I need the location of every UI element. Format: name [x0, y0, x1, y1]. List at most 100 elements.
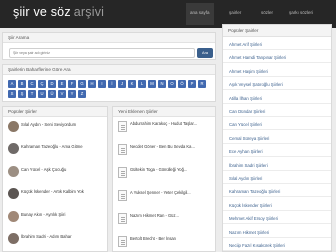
sidebar-item-poet[interactable]: Ahmet Haşim Şiirleri — [223, 65, 331, 77]
sidebar-item-poet[interactable]: Cemal Süreya Şiirleri — [223, 132, 331, 144]
sidebar-item-label: Ahmet Arif Şiirleri — [229, 42, 262, 47]
sidebar-item-label: Aşık Veysel Şatıroğlu Şiirleri — [229, 82, 283, 88]
document-icon — [118, 121, 127, 132]
alphabet-letter-button[interactable]: N — [158, 80, 166, 88]
search-panel-header — [3, 33, 215, 43]
avatar — [8, 143, 19, 154]
sidebar-item-poet[interactable]: Aşık Veysel Şatıroğlu Şiirleri — [223, 78, 331, 91]
sidebar-item-poet[interactable]: Kahraman Tazeoğlu Şiirleri — [223, 185, 331, 198]
sidebar-item-label: Nazım Hikmet Şiirleri — [229, 229, 270, 235]
alphabet-letter-button[interactable]: Z — [78, 90, 86, 98]
alphabet-letter-button[interactable]: İ — [108, 80, 116, 88]
avatar — [8, 188, 19, 199]
list-item[interactable]: Sılal Aydın - Seni Seviyordum — [8, 120, 104, 134]
search-input[interactable] — [9, 48, 195, 58]
list-item[interactable]: İbrahim Sadri - Adım Bahar — [8, 232, 104, 246]
list-item[interactable]: Nazım Hikmet Ran - Güz... — [118, 212, 216, 228]
sidebar-item-label: İbrahim Sadri Şiirleri — [229, 162, 268, 168]
sidebar-item-label: Ece Ayhan Şiirleri — [229, 149, 263, 155]
alphabet-letter-button[interactable]: H — [88, 80, 96, 88]
site-logo[interactable]: şiir ve söz arşivi — [13, 5, 104, 19]
alphabet-letter-button[interactable]: C — [28, 80, 36, 88]
sidebar-item-label: Cemal Süreya Şiirleri — [229, 135, 270, 141]
list-item[interactable]: Abdurrahim Karakoç - Hudut Taşlar... — [118, 120, 216, 136]
alphabet-letter-button[interactable]: G — [78, 80, 86, 88]
alphabet-letter-button[interactable]: S — [8, 90, 16, 98]
document-icon — [118, 167, 127, 178]
popular-poems-panel: Popüler Şiirler Sılal Aydın - Seni Seviy… — [2, 106, 108, 252]
alphabet-letter-button[interactable]: Ö — [178, 80, 186, 88]
popular-poets-title: Popüler Şairler — [228, 28, 259, 33]
sidebar-item-poet[interactable]: Nazım Hikmet Şiirleri — [223, 226, 331, 238]
alphabet-letter-button[interactable]: I — [98, 80, 106, 88]
sidebar-item-poet[interactable]: Can Yücel Şiirleri — [223, 118, 331, 131]
sidebar-item-poet[interactable]: Küçük İskender Şiirleri — [223, 199, 331, 211]
sidebar-item-label: Neciip Fazıl Kısakürek Şiirleri — [229, 243, 285, 248]
sidebar-item-poet[interactable]: Ahmet Hamdi Tanpınar Şiirleri — [223, 51, 331, 64]
popular-poets-sidebar: Popüler Şairler Ahmet Arif Şiirleri Ahmet… — [222, 24, 332, 252]
nav-quotes-link[interactable]: sözler — [261, 10, 273, 15]
alphabet-letter-button[interactable]: P — [188, 80, 196, 88]
sidebar-item-label: Ahmet Haşim Şiirleri — [229, 68, 268, 74]
document-icon — [118, 190, 127, 201]
alphabet-letter-button[interactable]: R — [198, 80, 206, 88]
sidebar-item-poet[interactable]: Mehmet Akif Ersoy Şiirleri — [223, 212, 331, 225]
alphabet-letter-button[interactable]: L — [138, 80, 146, 88]
list-item[interactable]: Küçük İskender - Artık Kalbim Yok — [8, 187, 104, 201]
sidebar-item-label: Küçük İskender Şiirleri — [229, 202, 272, 208]
sidebar-item-poet[interactable]: Ece Ayhan Şiirleri — [223, 145, 331, 158]
sidebar-item-poet[interactable]: Ahmet Arif Şiirleri — [223, 38, 331, 50]
list-item[interactable]: Can Yücel - Aşk Çocuğu — [8, 165, 104, 179]
sidebar-item-poet[interactable]: Sılal Aydın Şiirleri — [223, 172, 331, 184]
alphabet-letter-button[interactable]: O — [168, 80, 176, 88]
list-item[interactable]: Kahraman Tazeoğlu - Ama Gitme — [8, 142, 104, 156]
alphabet-panel-title: Şairlerin Baharflerine Göre Ara — [8, 67, 71, 72]
alphabet-letter-button[interactable]: K — [128, 80, 136, 88]
list-item[interactable]: A Yuksel Şenner - Yeter Çekilgil... — [118, 189, 216, 205]
alphabet-letter-button[interactable]: T — [28, 90, 36, 98]
alphabet-letter-button[interactable]: E — [58, 80, 66, 88]
alphabet-panel: Şairlerin Baharflerine Göre Ara ABCÇDEFG… — [2, 64, 216, 102]
nav-lyrics-link[interactable]: şarkı sözleri — [289, 10, 313, 15]
sidebar-item-label: Can Dündar Şiirleri — [229, 109, 266, 114]
document-icon — [118, 213, 127, 224]
search-panel-title: Şiir Arama — [8, 35, 30, 40]
alphabet-letter-button[interactable]: Y — [68, 90, 76, 98]
document-icon — [118, 144, 127, 155]
alphabet-letter-button[interactable]: J — [118, 80, 126, 88]
nav-poets-link[interactable]: şairler — [229, 10, 241, 15]
sidebar-item-label: Atilla İlhan Şiirleri — [229, 95, 262, 101]
list-item[interactable]: Necdet Göner - Ben Bu Sevda Ka... — [118, 143, 216, 159]
search-button[interactable]: Ara — [197, 48, 213, 58]
alphabet-letter-button[interactable]: Ş — [18, 90, 26, 98]
sidebar-item-label: Can Yücel Şiirleri — [229, 122, 262, 128]
alphabet-letter-button[interactable]: Ç — [38, 80, 46, 88]
sidebar-item-poet[interactable]: İbrahim Sadri Şiirleri — [223, 159, 331, 171]
sidebar-item-poet[interactable]: Can Dündar Şiirleri — [223, 105, 331, 117]
alphabet-letter-button[interactable]: U — [38, 90, 46, 98]
popular-poems-title: Popüler Şiirler — [8, 109, 37, 114]
sidebar-item-poet[interactable]: Atilla İlhan Şiirleri — [223, 92, 331, 104]
alphabet-letter-button[interactable]: D — [48, 80, 56, 88]
alphabet-letter-button[interactable]: A — [8, 80, 16, 88]
avatar — [8, 121, 19, 132]
avatar — [8, 233, 19, 244]
avatar — [8, 211, 19, 222]
sidebar-item-label: Ahmet Hamdi Tanpınar Şiirleri — [229, 55, 286, 61]
alphabet-letter-button[interactable]: V — [58, 90, 66, 98]
list-item[interactable]: Gültekin Toga - Gönülleği Yoğ... — [118, 166, 216, 182]
search-panel: Şiir Arama Ara — [2, 32, 216, 60]
avatar — [8, 166, 19, 177]
recent-poems-title: Yeni Eklenen Şiirler — [118, 109, 158, 114]
alphabet-letter-button[interactable]: F — [68, 80, 76, 88]
alphabet-letter-button[interactable]: B — [18, 80, 26, 88]
alphabet-letter-button[interactable]: Ü — [48, 90, 56, 98]
sidebar-item-poet[interactable]: Neciip Fazıl Kısakürek Şiirleri — [223, 239, 331, 251]
list-item[interactable]: Bunay Akın - Ayrılık Şiiri — [8, 210, 104, 224]
alphabet-letter-button[interactable]: M — [148, 80, 156, 88]
sidebar-item-label: Sılal Aydın Şiirleri — [229, 176, 263, 181]
list-item[interactable]: Bertolt Brecht - Ber İnsan — [118, 235, 216, 251]
nav-home-link[interactable]: ana sayfa — [190, 10, 210, 15]
sidebar-item-label: Kahraman Tazeoğlu Şiirleri — [229, 189, 281, 195]
sidebar-item-label: Mehmet Akif Ersoy Şiirleri — [229, 216, 278, 222]
